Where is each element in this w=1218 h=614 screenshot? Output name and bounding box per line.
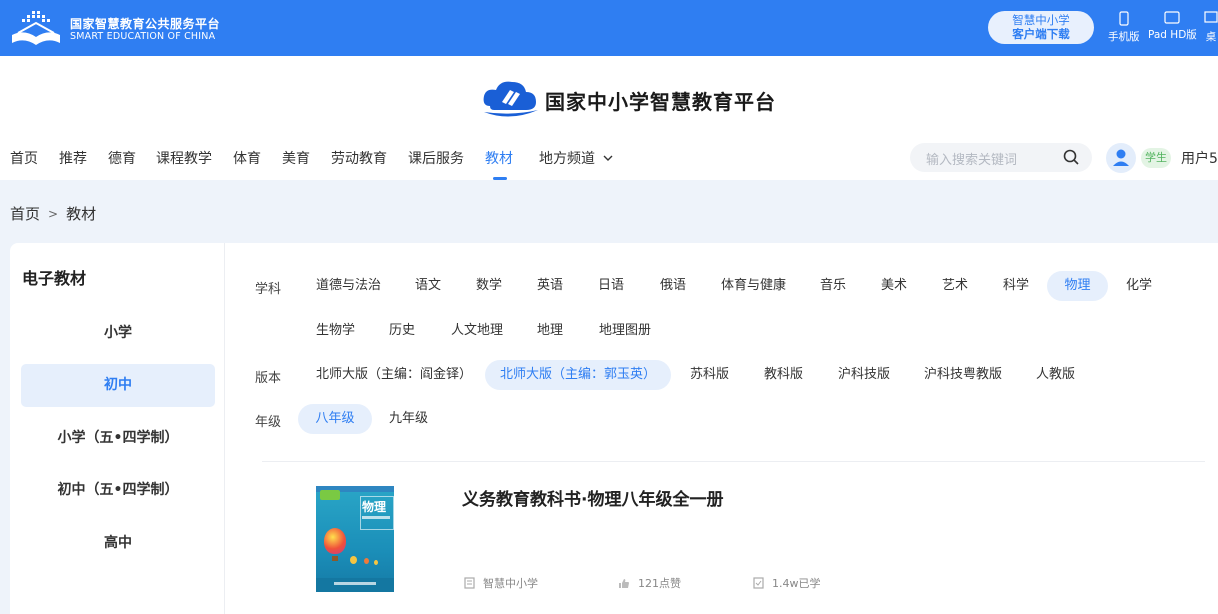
- subject-chip[interactable]: 生物学: [301, 316, 370, 346]
- sidebar-item-junior[interactable]: 初中: [21, 364, 215, 407]
- book-publisher: 智慧中小学: [464, 575, 538, 591]
- nav-after-school[interactable]: 课后服务: [408, 148, 464, 168]
- grade-chip[interactable]: 九年级: [374, 404, 443, 434]
- subject-chip[interactable]: 英语: [522, 271, 578, 301]
- subject-chip-physics[interactable]: 物理: [1047, 271, 1108, 301]
- subject-chip[interactable]: 俄语: [645, 271, 701, 301]
- sidebar-item-senior[interactable]: 高中: [21, 522, 215, 565]
- tablet-icon: [1164, 11, 1180, 24]
- subject-chip[interactable]: 语文: [400, 271, 456, 301]
- nav-sports[interactable]: 体育: [233, 148, 261, 168]
- search-box[interactable]: 输入搜索关键词: [910, 143, 1092, 172]
- client-download-line2: 客户端下载: [1012, 27, 1070, 41]
- client-download-line1: 智慧中小学: [1012, 13, 1070, 27]
- subject-chip[interactable]: 数学: [461, 271, 517, 301]
- breadcrumb-separator: >: [48, 207, 59, 221]
- edition-chip[interactable]: 沪科技版: [823, 360, 905, 390]
- client-download-button[interactable]: 智慧中小学 客户端下载: [988, 11, 1094, 44]
- search-input[interactable]: 输入搜索关键词: [926, 149, 1017, 168]
- publisher-icon: [464, 577, 475, 589]
- search-icon[interactable]: [1063, 149, 1080, 166]
- subject-chip[interactable]: 历史: [374, 316, 430, 346]
- sidebar-title: 电子教材: [22, 269, 87, 288]
- nav-local-channels[interactable]: 地方频道: [539, 148, 613, 168]
- active-nav-indicator: [493, 177, 507, 180]
- subject-chip[interactable]: 人文地理: [436, 316, 518, 346]
- nav-moral[interactable]: 德育: [108, 148, 136, 168]
- book-likes-count: 121点赞: [638, 577, 681, 590]
- phone-icon: [1119, 11, 1129, 26]
- subject-chip[interactable]: 地理图册: [584, 316, 666, 346]
- pad-version-label: Pad HD版: [1148, 29, 1197, 41]
- desktop-version-link[interactable]: 桌: [1204, 11, 1218, 44]
- nav-home[interactable]: 首页: [10, 148, 38, 168]
- edition-label: 版本: [255, 371, 282, 386]
- brand-cloud-icon[interactable]: [480, 76, 540, 120]
- book-cover[interactable]: 物理: [316, 486, 394, 592]
- platform-name-cn: 国家智慧教育公共服务平台: [70, 17, 221, 31]
- nav-courses[interactable]: 课程教学: [156, 148, 212, 168]
- textbook-panel: 电子教材 小学 初中 小学（五•四学制） 初中（五•四学制） 高中 学科 道德与…: [10, 243, 1218, 614]
- mobile-version-link[interactable]: 手机版: [1108, 11, 1140, 44]
- sidebar-item-primary-54[interactable]: 小学（五•四学制）: [21, 417, 215, 460]
- subject-chip[interactable]: 地理: [522, 316, 578, 346]
- subject-chip[interactable]: 艺术: [927, 271, 983, 301]
- book-cover-title: 物理: [362, 500, 387, 514]
- book-title[interactable]: 义务教育教科书·物理八年级全一册: [462, 485, 723, 510]
- user-icon: [1113, 149, 1129, 166]
- subject-chip[interactable]: 音乐: [805, 271, 861, 301]
- list-divider: [262, 461, 1205, 462]
- breadcrumb-current: 教材: [66, 205, 97, 223]
- book-publisher-label: 智慧中小学: [483, 577, 538, 590]
- book-learned: 1.4w已学: [753, 575, 821, 591]
- sidebar-item-primary[interactable]: 小学: [21, 312, 215, 355]
- desktop-version-label: 桌: [1205, 31, 1217, 43]
- platform-logo-icon[interactable]: [10, 9, 62, 47]
- mobile-version-label: 手机版: [1108, 31, 1140, 43]
- brand-title: 国家中小学智慧教育平台: [545, 90, 776, 114]
- subject-chip[interactable]: 美术: [866, 271, 922, 301]
- platform-name-en: SMART EDUCATION OF CHINA: [70, 31, 216, 42]
- grade-label: 年级: [255, 415, 282, 430]
- edition-chip[interactable]: 苏科版: [675, 360, 744, 390]
- book-likes[interactable]: 121点赞: [618, 575, 681, 591]
- student-badge: 学生: [1141, 148, 1171, 168]
- chevron-down-icon: [603, 155, 613, 161]
- subject-chip[interactable]: 道德与法治: [301, 271, 396, 301]
- sidebar-item-junior-54[interactable]: 初中（五•四学制）: [21, 469, 215, 512]
- username[interactable]: 用户5: [1181, 148, 1218, 168]
- subject-label: 学科: [255, 282, 282, 297]
- nav-arts[interactable]: 美育: [282, 148, 310, 168]
- top-bar: 国家智慧教育公共服务平台 SMART EDUCATION OF CHINA 智慧…: [0, 0, 1218, 56]
- nav-recommend[interactable]: 推荐: [59, 148, 87, 168]
- sidebar: 电子教材 小学 初中 小学（五•四学制） 初中（五•四学制） 高中: [10, 243, 225, 614]
- edition-chip[interactable]: 人教版: [1021, 360, 1090, 390]
- subject-chip[interactable]: 体育与健康: [706, 271, 801, 301]
- breadcrumb-home[interactable]: 首页: [10, 205, 40, 223]
- book-learned-count: 1.4w已学: [772, 577, 821, 590]
- edition-chip[interactable]: 沪科技粤教版: [909, 360, 1017, 390]
- edition-chip[interactable]: 教科版: [749, 360, 818, 390]
- desktop-icon: [1204, 11, 1218, 23]
- nav-local-channels-label: 地方频道: [539, 151, 595, 167]
- breadcrumb: 首页 > 教材: [10, 203, 96, 224]
- subject-chip[interactable]: 科学: [988, 271, 1044, 301]
- thumbs-up-icon: [619, 579, 629, 588]
- edition-chip[interactable]: 北师大版（主编：阎金铎）: [301, 360, 487, 390]
- edition-chip-active[interactable]: 北师大版（主编：郭玉英）: [485, 360, 671, 390]
- site-header: 国家中小学智慧教育平台 首页 推荐 德育 课程教学 体育 美育 劳动教育 课后服…: [0, 56, 1218, 180]
- pad-version-link[interactable]: Pad HD版: [1148, 11, 1197, 42]
- subject-chip[interactable]: 日语: [583, 271, 639, 301]
- nav-labor[interactable]: 劳动教育: [331, 148, 387, 168]
- grade-chip-active[interactable]: 八年级: [298, 404, 372, 434]
- user-avatar[interactable]: [1106, 143, 1136, 173]
- study-icon: [753, 577, 764, 589]
- subject-chip[interactable]: 化学: [1111, 271, 1167, 301]
- nav-textbooks[interactable]: 教材: [485, 148, 513, 168]
